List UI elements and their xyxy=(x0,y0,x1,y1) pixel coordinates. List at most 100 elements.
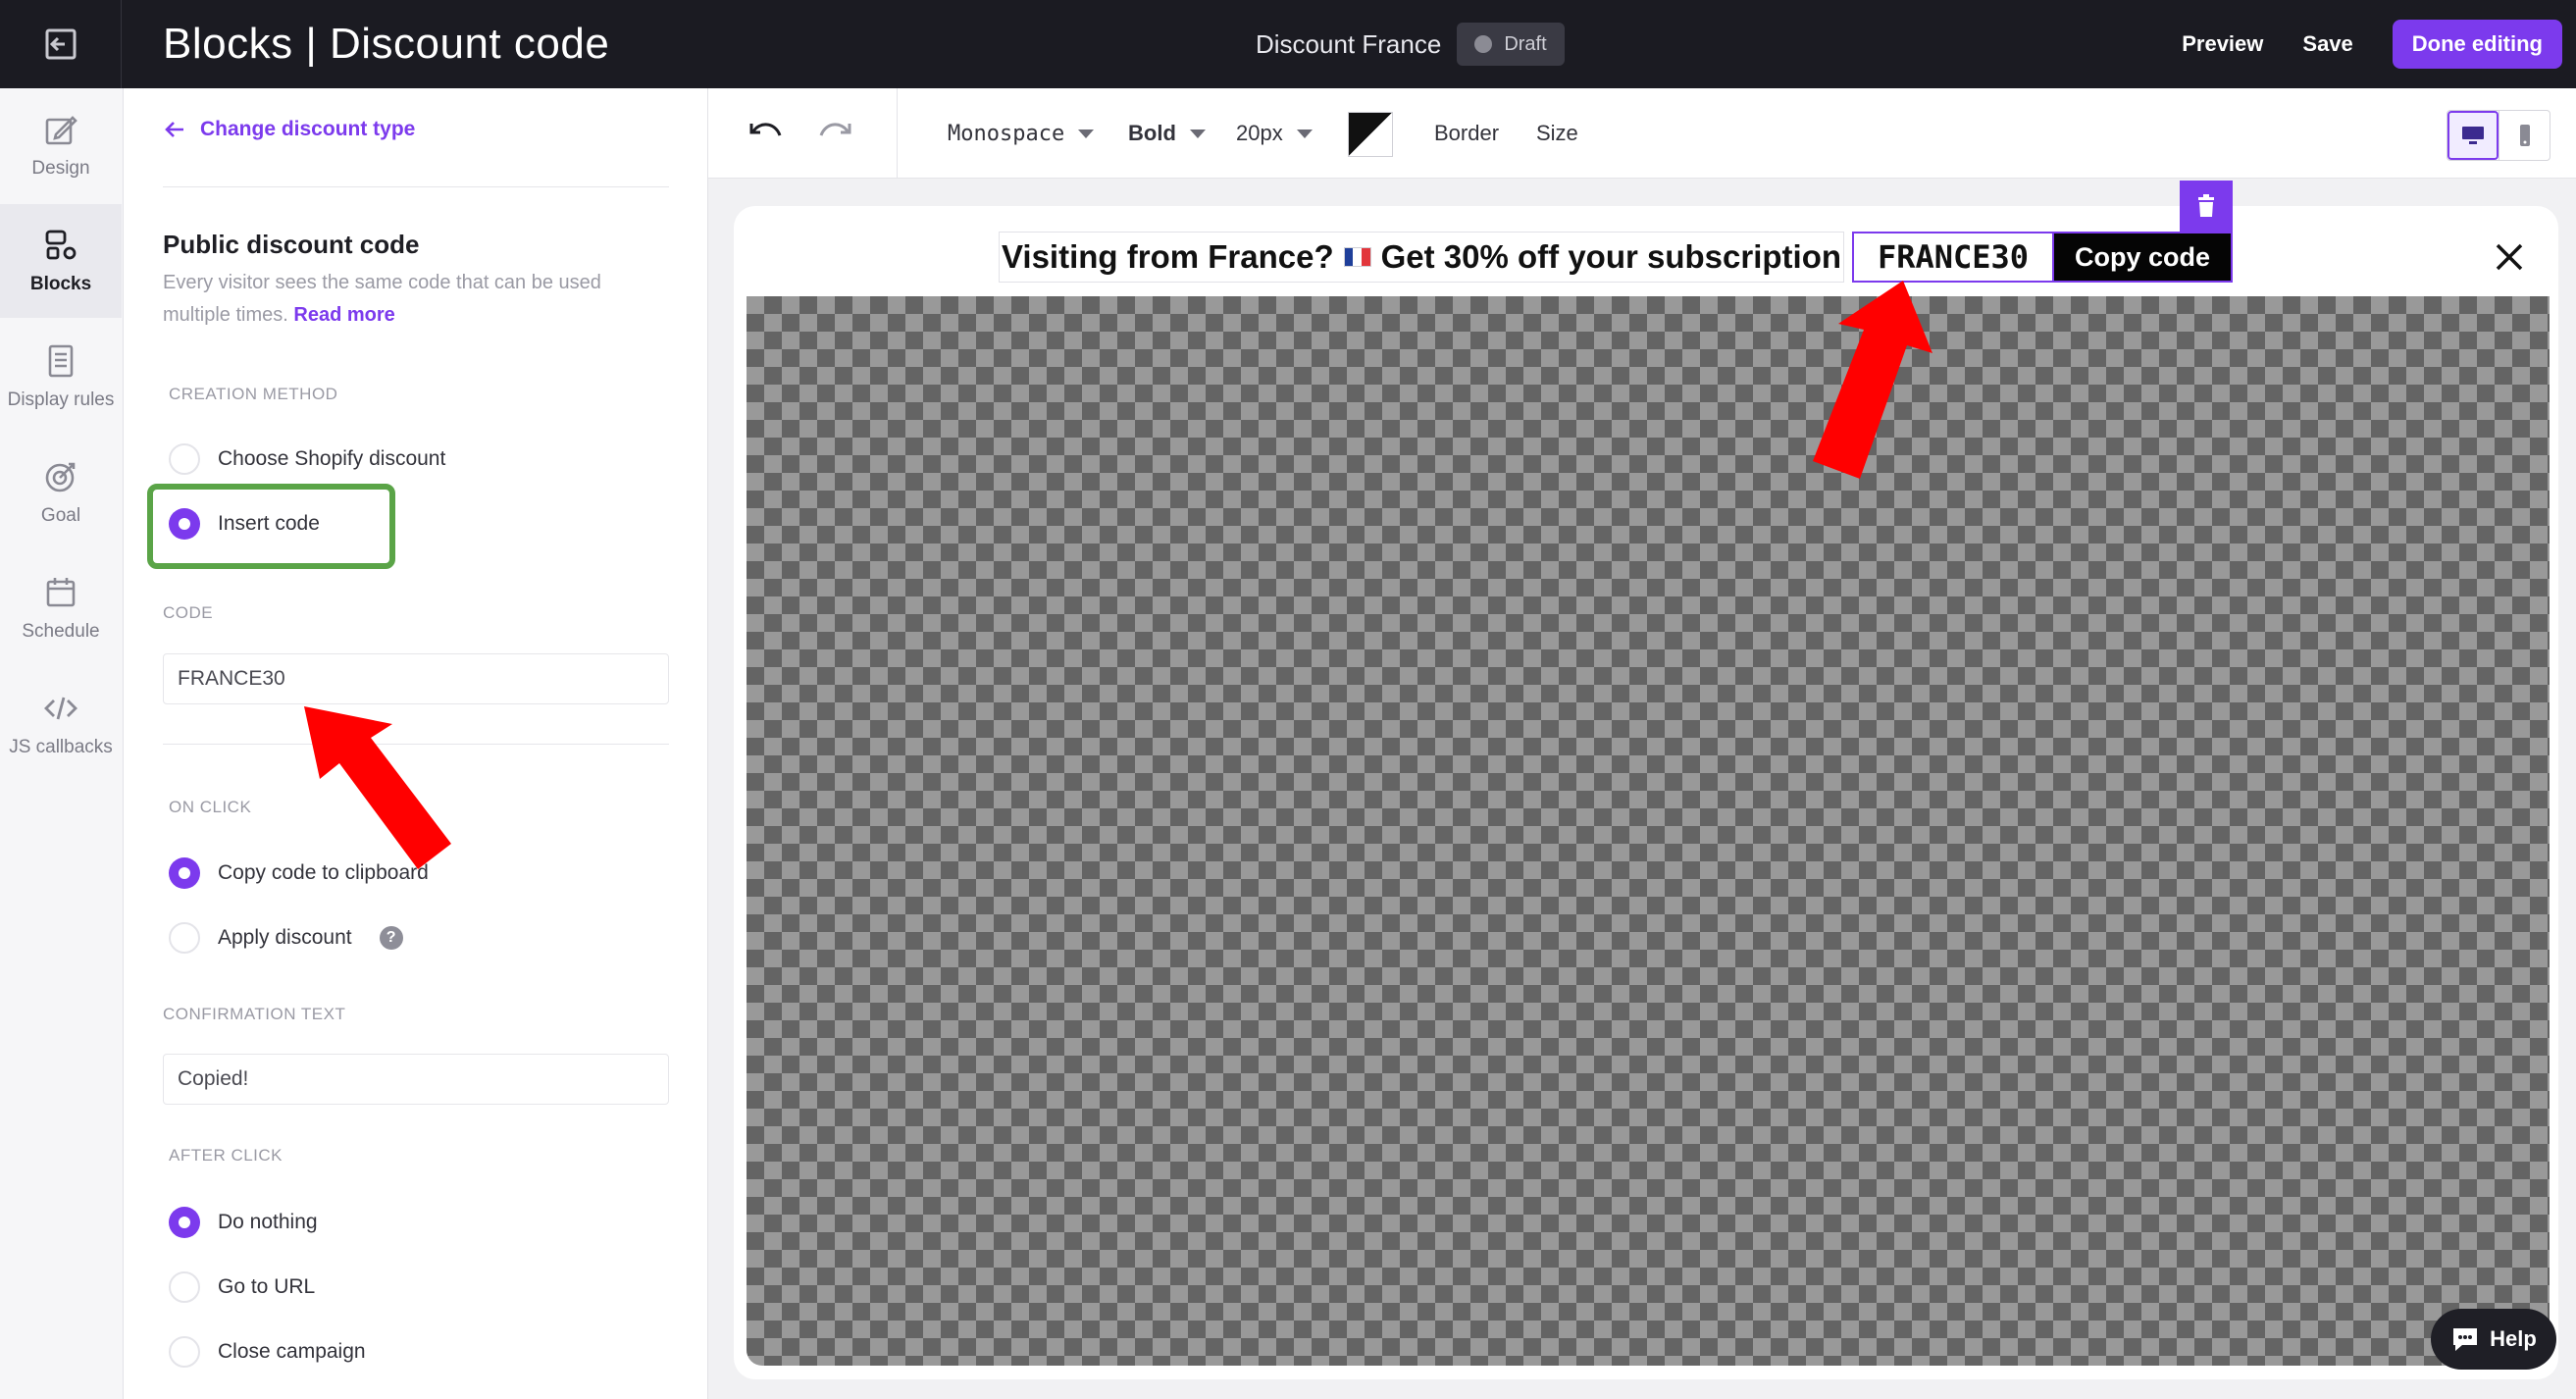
help-label: Help xyxy=(2490,1326,2537,1351)
preview-button[interactable]: Preview xyxy=(2182,31,2263,57)
radio-button-selected[interactable] xyxy=(169,1207,200,1238)
radio-button[interactable] xyxy=(169,1271,200,1303)
status-dot-icon xyxy=(1474,35,1493,53)
goal-icon xyxy=(45,462,76,492)
page-title: Blocks | Discount code xyxy=(163,20,610,68)
radio-button[interactable] xyxy=(169,1336,200,1368)
font-family-value: Monospace xyxy=(948,121,1065,146)
divider xyxy=(163,744,669,745)
design-icon xyxy=(45,116,77,145)
font-weight-value: Bold xyxy=(1128,121,1176,145)
copy-code-button[interactable]: Copy code xyxy=(2054,232,2233,283)
toolbar-divider xyxy=(897,88,898,179)
chat-icon xyxy=(2453,1328,2478,1351)
nav-rail: Design Blocks Display rules Goal Schedul… xyxy=(0,88,124,1399)
rail-item-goal[interactable]: Goal xyxy=(0,436,122,549)
radio-button-selected[interactable] xyxy=(169,857,200,889)
help-button[interactable]: Help xyxy=(2431,1309,2556,1370)
radio-button-selected[interactable] xyxy=(169,508,200,540)
exit-editor-button[interactable] xyxy=(0,0,122,88)
rail-item-display-rules[interactable]: Display rules xyxy=(0,320,122,434)
radio-do-nothing[interactable]: Do nothing xyxy=(169,1207,318,1238)
display-rules-icon xyxy=(48,344,74,378)
redo-icon[interactable] xyxy=(816,118,855,149)
radio-label: Do nothing xyxy=(218,1211,318,1233)
mobile-view-button[interactable] xyxy=(2499,111,2550,160)
divider xyxy=(163,186,669,187)
back-link-label: Change discount type xyxy=(200,118,416,140)
top-bar: Blocks | Discount code Discount France D… xyxy=(0,0,2576,88)
rail-item-label: Blocks xyxy=(29,274,92,294)
code-input[interactable] xyxy=(163,653,669,704)
rail-item-schedule[interactable]: Schedule xyxy=(0,551,122,665)
font-family-select[interactable]: Monospace xyxy=(948,88,1095,179)
undo-icon[interactable] xyxy=(746,118,785,149)
change-discount-type-link[interactable]: Change discount type xyxy=(163,118,415,141)
creation-method-label: CREATION METHOD xyxy=(169,385,338,403)
rail-item-label: JS callbacks xyxy=(9,737,113,757)
radio-label: Copy code to clipboard xyxy=(218,861,429,884)
after-click-label: AFTER CLICK xyxy=(169,1146,283,1165)
mobile-icon xyxy=(2519,125,2530,146)
radio-close-campaign[interactable]: Close campaign xyxy=(169,1336,366,1368)
desktop-view-button[interactable] xyxy=(2447,111,2499,160)
status-badge[interactable]: Draft xyxy=(1457,23,1565,66)
radio-label: Close campaign xyxy=(218,1340,366,1363)
radio-button[interactable] xyxy=(169,922,200,954)
chevron-down-icon xyxy=(1078,129,1095,138)
radio-label: Go to URL xyxy=(218,1275,316,1298)
done-editing-button[interactable]: Done editing xyxy=(2392,20,2562,69)
radio-copy-to-clipboard[interactable]: Copy code to clipboard xyxy=(169,857,429,889)
desktop-icon xyxy=(2462,127,2485,144)
calendar-icon xyxy=(46,578,76,607)
chevron-down-icon xyxy=(1189,129,1206,138)
text-style-toolbar: Monospace Bold 20px Border Size xyxy=(708,88,2576,179)
help-question-icon[interactable]: ? xyxy=(379,926,403,950)
rail-item-label: Goal xyxy=(40,505,81,526)
campaign-name[interactable]: Discount France xyxy=(1256,29,1441,60)
campaign-info: Discount France Draft xyxy=(1256,0,1565,88)
radio-choose-shopify-discount[interactable]: Choose Shopify discount xyxy=(169,443,445,475)
section-heading: Public discount code xyxy=(163,230,420,259)
radio-apply-discount[interactable]: Apply discount ? xyxy=(169,922,403,954)
arrow-left-icon xyxy=(165,122,183,137)
code-icon xyxy=(44,697,77,720)
on-click-label: ON CLICK xyxy=(169,798,252,816)
exit-icon xyxy=(45,28,76,60)
france-flag-icon xyxy=(1343,247,1371,267)
bar-message-part1: Visiting from France? xyxy=(1002,238,1334,275)
radio-button[interactable] xyxy=(169,443,200,475)
bar-message[interactable]: Visiting from France? Get 30% off your s… xyxy=(999,232,1845,283)
confirmation-text-input[interactable] xyxy=(163,1054,669,1105)
save-button[interactable]: Save xyxy=(2302,31,2352,57)
radio-label: Apply discount xyxy=(218,926,352,949)
bar-message-part2: Get 30% off your subscription xyxy=(1380,238,1842,275)
radio-go-to-url[interactable]: Go to URL xyxy=(169,1271,315,1303)
rail-item-label: Schedule xyxy=(22,621,100,642)
discount-code-display[interactable]: FRANCE30 xyxy=(1852,232,2054,283)
confirmation-text-label: CONFIRMATION TEXT xyxy=(163,1005,346,1023)
transparent-background xyxy=(747,296,2550,1366)
text-color-swatch[interactable] xyxy=(1348,112,1393,157)
rail-item-label: Display rules xyxy=(7,389,115,410)
trash-icon xyxy=(2198,194,2214,217)
read-more-link[interactable]: Read more xyxy=(293,304,394,326)
block-settings-panel: Change discount type Public discount cod… xyxy=(124,88,708,1399)
rail-item-design[interactable]: Design xyxy=(0,88,122,202)
chevron-down-icon xyxy=(1296,129,1313,138)
device-toggle xyxy=(2447,110,2550,161)
font-size-value: 20px xyxy=(1236,121,1283,145)
rail-item-blocks[interactable]: Blocks xyxy=(0,204,122,318)
delete-block-button[interactable] xyxy=(2180,181,2233,232)
rail-item-js-callbacks[interactable]: JS callbacks xyxy=(0,667,122,781)
close-icon[interactable] xyxy=(2492,239,2527,275)
radio-label: Insert code xyxy=(218,512,320,535)
status-label: Draft xyxy=(1504,32,1547,55)
border-button[interactable]: Border xyxy=(1434,88,1499,179)
radio-insert-code[interactable]: Insert code xyxy=(169,508,320,540)
blocks-icon xyxy=(45,230,77,260)
font-weight-select[interactable]: Bold xyxy=(1128,88,1206,179)
size-button[interactable]: Size xyxy=(1536,88,1578,179)
font-size-select[interactable]: 20px xyxy=(1236,88,1313,179)
section-description: Every visitor sees the same code that ca… xyxy=(163,267,669,332)
